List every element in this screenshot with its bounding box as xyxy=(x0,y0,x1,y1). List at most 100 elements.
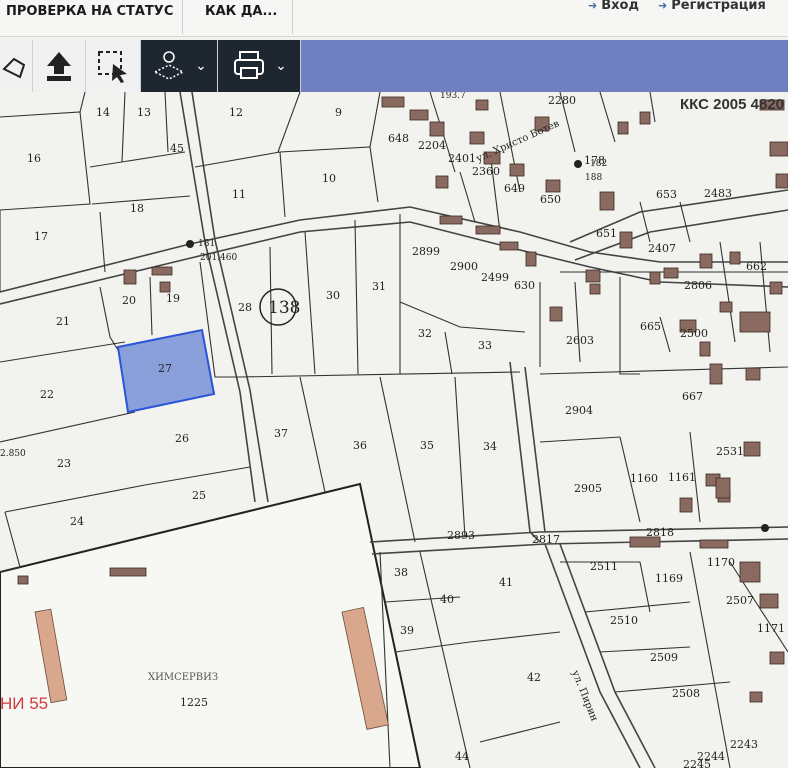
map-pin-tool[interactable] xyxy=(0,40,33,92)
building-footprint xyxy=(499,241,519,251)
register-link[interactable]: ➜ Регистрация xyxy=(658,0,766,20)
building-footprint xyxy=(123,269,137,285)
survey-point-label: 2.850 xyxy=(0,449,26,459)
building-footprint xyxy=(589,283,601,295)
polygon-icon xyxy=(2,57,26,79)
parcel-number-label: 2500 xyxy=(680,327,708,340)
parcel-number-label: 653 xyxy=(656,188,677,201)
map-toolbar: ⌄ ⌄ xyxy=(0,40,788,92)
nav-status-check[interactable]: ПРОВЕРКА НА СТАТУС xyxy=(6,0,173,36)
survey-point-label: 182 xyxy=(590,159,607,169)
building-footprint xyxy=(17,575,29,585)
parcel-number-label: 2401 xyxy=(448,152,476,165)
parcel-number-label: 39 xyxy=(400,624,414,637)
cadastral-map[interactable]: 14 13 12 9 16 45 11 10 18 17 21 20 19 28 30 31 22 27 26 37 3… xyxy=(0,92,788,768)
select-area-button[interactable] xyxy=(86,40,141,92)
building-footprint xyxy=(729,251,741,265)
parcel-number-label: 651 xyxy=(596,227,617,240)
building-footprint xyxy=(699,253,713,269)
parcel-number-label: 27 xyxy=(158,362,172,375)
building-footprint xyxy=(699,539,729,549)
upload-icon xyxy=(47,52,71,81)
parcel-number-label: 2483 xyxy=(704,187,732,200)
parcel-number-label: 25 xyxy=(192,489,206,502)
survey-point-marker xyxy=(574,160,582,168)
parcel-number-label: 26 xyxy=(175,432,189,445)
building-footprint xyxy=(525,251,537,267)
nav-divider xyxy=(292,0,293,34)
parcel-number-label: 2360 xyxy=(472,165,500,178)
building-footprint xyxy=(475,225,501,235)
select-area-icon xyxy=(98,51,127,83)
parcel-number-label: 2509 xyxy=(650,651,678,664)
building-footprint xyxy=(749,691,763,703)
company-label: ХИМСЕРВИЗ xyxy=(148,672,218,683)
parcel-number-label: 1170 xyxy=(707,556,735,569)
parcel-number-label: 18 xyxy=(130,202,144,215)
layers-button[interactable]: ⌄ xyxy=(141,40,218,92)
upload-button[interactable] xyxy=(33,40,86,92)
building-footprint xyxy=(639,111,651,125)
parcel-number-label: 2531 xyxy=(716,445,744,458)
parcel-number-label: 2510 xyxy=(610,614,638,627)
survey-point-label: 181 xyxy=(198,239,215,249)
building-footprint xyxy=(739,311,771,333)
parcel-number-label: 30 xyxy=(326,289,340,302)
print-button[interactable]: ⌄ xyxy=(218,40,301,92)
building-footprint xyxy=(435,175,449,189)
parcel-number-label: 19 xyxy=(166,292,180,305)
building-footprint xyxy=(649,271,661,285)
parcel-number-label: 630 xyxy=(514,279,535,292)
parcel-number-label: 2243 xyxy=(730,738,758,751)
building-footprint xyxy=(699,341,711,357)
parcel-number-label: 44 xyxy=(455,750,469,763)
survey-point-marker xyxy=(186,240,194,248)
parcel-number-label: 20 xyxy=(122,294,136,307)
survey-point-marker xyxy=(761,524,769,532)
parcel-number-label: 10 xyxy=(322,172,336,185)
building-footprint xyxy=(545,179,561,193)
building-footprint xyxy=(585,269,601,283)
building-footprint xyxy=(739,561,761,583)
map-canvas[interactable]: 14 13 12 9 16 45 11 10 18 17 21 20 19 28 30 31 22 27 26 37 3… xyxy=(0,92,788,768)
building-footprint xyxy=(549,306,563,322)
parcel-number-label: 13 xyxy=(137,106,151,119)
top-navigation: ПРОВЕРКА НА СТАТУС КАК ДА... ➜ Вход ➜ Реги… xyxy=(0,0,788,37)
building-footprint xyxy=(429,121,445,137)
parcel-number-label: 2900 xyxy=(450,260,478,273)
parcel-number-label: 12 xyxy=(229,106,243,119)
parcel-number-label: 2817 xyxy=(532,533,560,546)
parcel-number-label: 32 xyxy=(418,327,432,340)
building-footprint xyxy=(509,163,525,177)
parcel-number-label: 2204 xyxy=(418,139,446,152)
parcel-number-label: 1225 xyxy=(180,696,208,709)
parcel-number-label: 2245 xyxy=(683,758,711,768)
building-footprint xyxy=(469,131,485,145)
building-footprint xyxy=(151,266,173,276)
building-footprint xyxy=(745,367,761,381)
building-footprint xyxy=(775,173,788,189)
building-footprint xyxy=(769,651,785,665)
parcel-number-label: 33 xyxy=(478,339,492,352)
parcel-number-label: 2904 xyxy=(565,404,593,417)
parcel-number-label: 2507 xyxy=(726,594,754,607)
login-arrow-icon: ➜ xyxy=(588,0,598,12)
parcel-number-label: 667 xyxy=(682,390,703,403)
parcel-number-label: 665 xyxy=(640,320,661,333)
layers-icon xyxy=(153,51,185,80)
building-footprint xyxy=(109,567,147,577)
building-footprint xyxy=(769,281,783,295)
building-footprint xyxy=(617,121,629,135)
register-arrow-icon: ➜ xyxy=(658,0,668,12)
parcel-number-label: 22 xyxy=(40,388,54,401)
parcel-number-label: 2407 xyxy=(648,242,676,255)
login-link[interactable]: ➜ Вход xyxy=(588,0,639,20)
building-footprint xyxy=(439,215,463,225)
print-icon xyxy=(234,51,265,79)
building-footprint xyxy=(719,301,733,313)
register-label: Регистрация xyxy=(671,0,766,13)
parcel-number-label: 662 xyxy=(746,260,767,273)
parcel-number-label: 2499 xyxy=(481,271,509,284)
survey-point-label: 201.460 xyxy=(200,253,237,263)
nav-how-to[interactable]: КАК ДА... xyxy=(205,0,277,36)
